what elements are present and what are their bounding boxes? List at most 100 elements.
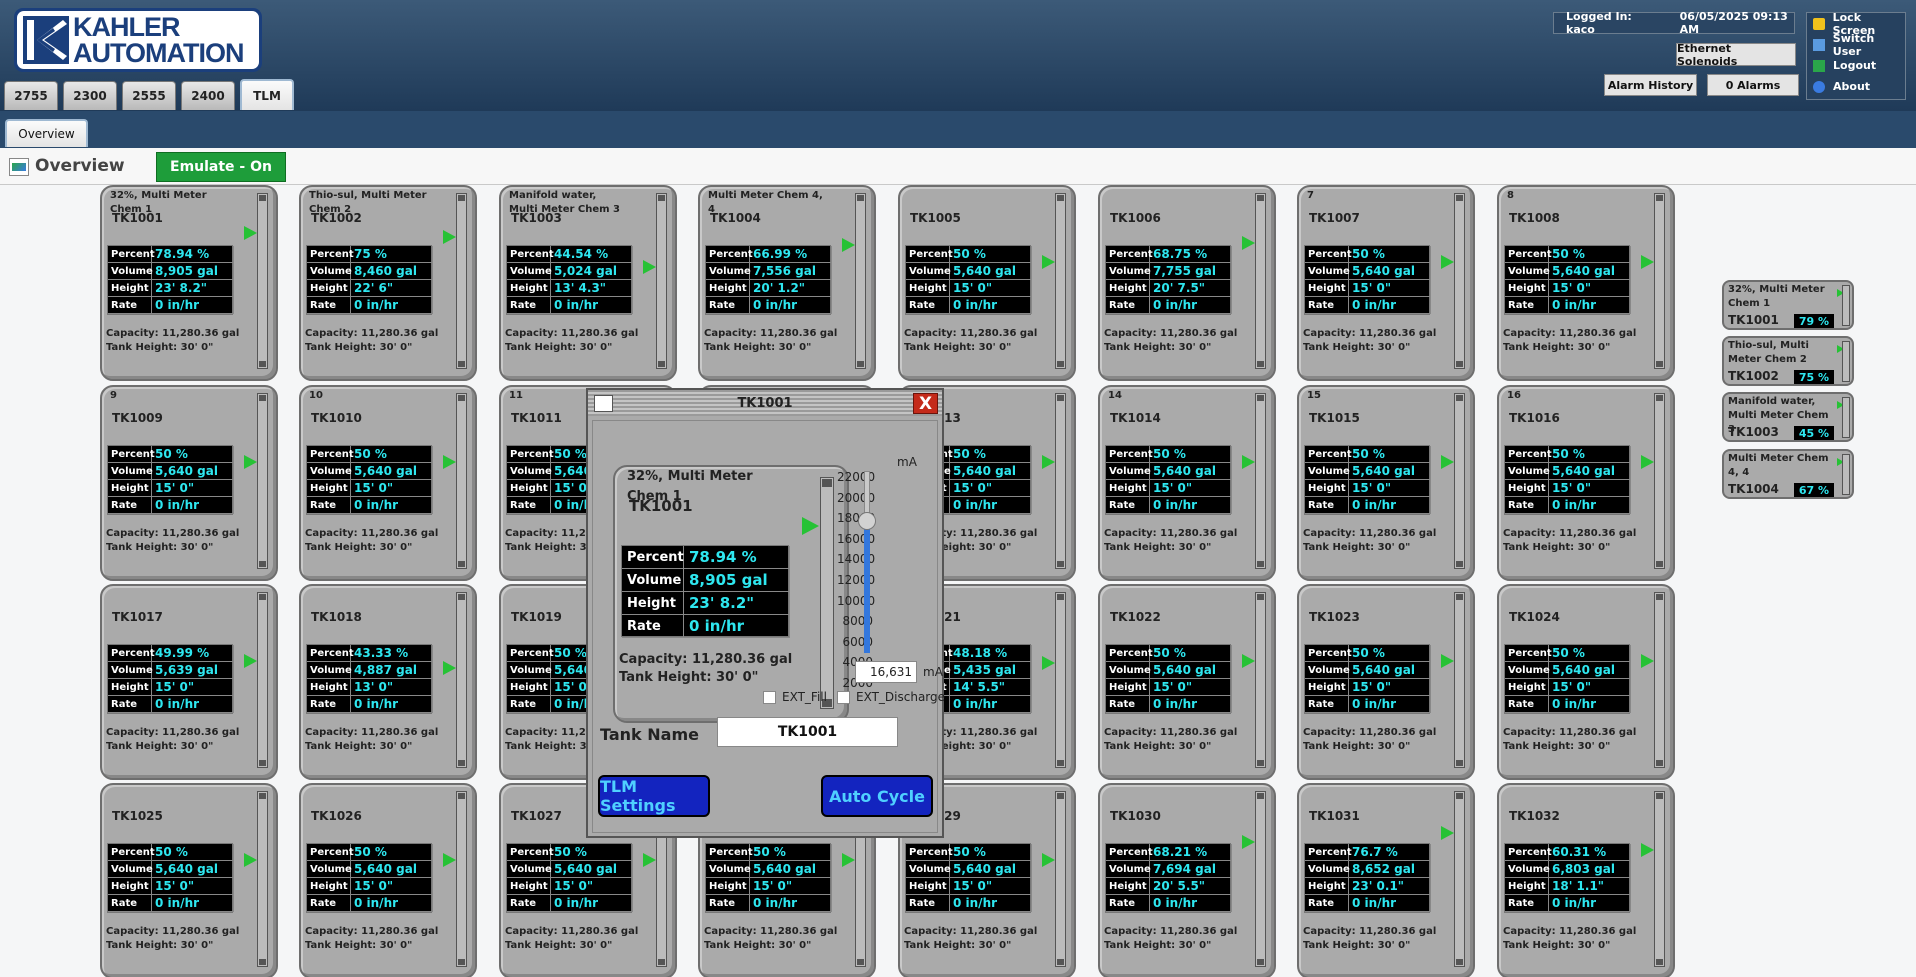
play-arrow-icon[interactable] xyxy=(244,226,257,240)
tank-panel-tk1025[interactable]: TK1025 Percent 50 % Volume 5,640 gal Height 15… xyxy=(100,783,278,977)
alarm-history-button[interactable]: Alarm History xyxy=(1604,74,1697,96)
tank-panel-tk1009[interactable]: 9 TK1009 Percent 50 % Volume 5,640 gal Height 1… xyxy=(100,385,278,581)
play-arrow-icon[interactable] xyxy=(1042,853,1055,867)
tank-panel-tk1002[interactable]: Thio-sul, Multi Meter Chem 2 TK1002 Percen… xyxy=(299,185,477,381)
play-arrow-icon[interactable] xyxy=(1441,826,1454,840)
tank-percent: 50 % xyxy=(351,446,433,463)
play-arrow-icon[interactable] xyxy=(1042,455,1055,469)
play-arrow-icon[interactable] xyxy=(1242,455,1255,469)
auto-cycle-button[interactable]: Auto Cycle xyxy=(821,775,933,817)
tank-desc: 7 xyxy=(1307,190,1314,201)
tab-2300[interactable]: 2300 xyxy=(63,81,117,110)
mini-tank-tk1004[interactable]: Multi Meter Chem 4, 4 TK1004 67 % xyxy=(1722,449,1854,499)
ma-value-input[interactable]: 16,631 xyxy=(855,661,917,683)
tank-name-input[interactable]: TK1001 xyxy=(717,717,898,747)
mini-tank-tk1003[interactable]: Manifold water, Multi Meter Chem 3 TK1003… xyxy=(1722,392,1854,442)
tank-height: 15' 0" xyxy=(152,480,234,497)
play-arrow-icon[interactable] xyxy=(1441,654,1454,668)
play-arrow-icon[interactable] xyxy=(244,455,257,469)
tank-panel-tk1007[interactable]: 7 TK1007 Percent 50 % Volume 5,640 gal Height 1… xyxy=(1297,185,1475,381)
tank-panel-tk1006[interactable]: TK1006 Percent 68.75 % Volume 7,755 gal Heigh… xyxy=(1098,185,1276,381)
tank-panel-tk1022[interactable]: TK1022 Percent 50 % Volume 5,640 gal Height 15… xyxy=(1098,584,1276,780)
tank-name: TK1002 xyxy=(311,211,362,225)
tank-height: 15' 0" xyxy=(1549,679,1631,696)
play-arrow-icon[interactable] xyxy=(842,238,855,252)
tab-tlm[interactable]: TLM xyxy=(240,79,294,110)
tank-panel-tk1001[interactable]: 32%, Multi Meter Chem 1 TK1001 Percent 78.9… xyxy=(100,185,278,381)
dialog-title-bar[interactable]: TK1001 xyxy=(588,390,942,416)
play-arrow-icon[interactable] xyxy=(1441,255,1454,269)
tank-height: 15' 0" xyxy=(950,480,1032,497)
tank-panel-tk1003[interactable]: Manifold water, Multi Meter Chem 3 TK1003… xyxy=(499,185,677,381)
play-arrow-icon[interactable] xyxy=(244,853,257,867)
play-arrow-icon[interactable] xyxy=(802,517,819,535)
tank-capacity: Capacity: 11,280.36 galTank Height: 30' … xyxy=(1303,528,1437,553)
ext-discharge-checkbox[interactable]: EXT_Discharge xyxy=(837,690,945,704)
sub-tab-bar xyxy=(0,111,1916,148)
tank-panel-tk1014[interactable]: 14 TK1014 Percent 50 % Volume 5,640 gal Height… xyxy=(1098,385,1276,581)
ethernet-solenoids-button[interactable]: Ethernet Solenoids xyxy=(1676,42,1796,68)
tank-panel-tk1031[interactable]: TK1031 Percent 76.7 % Volume 8,652 gal Height… xyxy=(1297,783,1475,977)
tab-2755[interactable]: 2755 xyxy=(4,81,58,110)
play-arrow-icon[interactable] xyxy=(1242,236,1255,250)
tab-2400[interactable]: 2400 xyxy=(181,81,235,110)
page-title-bar xyxy=(0,148,1916,185)
mini-tank-tk1001[interactable]: 32%, Multi Meter Chem 1 TK1001 79 % xyxy=(1722,280,1854,330)
tank-panel-tk1016[interactable]: 16 TK1016 Percent 50 % Volume 5,640 gal Height… xyxy=(1497,385,1675,581)
play-arrow-icon[interactable] xyxy=(1242,835,1255,849)
tab-overview[interactable]: Overview xyxy=(5,119,88,147)
tank-level-bar xyxy=(1454,592,1465,768)
alarms-count-button[interactable]: 0 Alarms xyxy=(1707,74,1799,96)
play-arrow-icon[interactable] xyxy=(443,853,456,867)
play-arrow-icon[interactable] xyxy=(244,654,257,668)
tank-panel-tk1015[interactable]: 15 TK1015 Percent 50 % Volume 5,640 gal Height… xyxy=(1297,385,1475,581)
play-arrow-icon[interactable] xyxy=(1641,455,1654,469)
tank-panel-tk1023[interactable]: TK1023 Percent 50 % Volume 5,640 gal Height 15… xyxy=(1297,584,1475,780)
play-arrow-icon[interactable] xyxy=(1641,255,1654,269)
tank-panel-tk1030[interactable]: TK1030 Percent 68.21 % Volume 7,694 gal Heigh… xyxy=(1098,783,1276,977)
ext-fill-checkbox[interactable]: EXT_Fill xyxy=(763,690,827,704)
tank-capacity: Capacity: 11,280.36 galTank Height: 30' … xyxy=(305,727,439,752)
tank-panel-tk1008[interactable]: 8 TK1008 Percent 50 % Volume 5,640 gal Height 1… xyxy=(1497,185,1675,381)
tank-panel-tk1017[interactable]: TK1017 Percent 49.99 % Volume 5,639 gal Heigh… xyxy=(100,584,278,780)
mini-tank-tk1002[interactable]: Thio-sul, Multi Meter Chem 2 TK1002 75 % xyxy=(1722,336,1854,386)
logged-in-user: Logged In: kaco xyxy=(1566,10,1632,36)
tank-level-bar xyxy=(1654,592,1665,768)
play-arrow-icon[interactable] xyxy=(1441,455,1454,469)
tab-2555[interactable]: 2555 xyxy=(122,81,176,110)
tank-panel-tk1024[interactable]: TK1024 Percent 50 % Volume 5,640 gal Height 15… xyxy=(1497,584,1675,780)
play-arrow-icon[interactable] xyxy=(1641,654,1654,668)
close-button[interactable]: X xyxy=(913,393,938,414)
play-arrow-icon[interactable] xyxy=(443,661,456,675)
play-arrow-icon[interactable] xyxy=(1242,654,1255,668)
play-arrow-icon[interactable] xyxy=(1641,843,1654,857)
logout-item[interactable]: Logout xyxy=(1807,55,1905,76)
tank-panel-tk1010[interactable]: 10 TK1010 Percent 50 % Volume 5,640 gal Height… xyxy=(299,385,477,581)
tank-percent: 50 % xyxy=(551,844,633,861)
logo-text: KAHLER AUTOMATION xyxy=(73,12,244,68)
tank-panel-tk1018[interactable]: TK1018 Percent 43.33 % Volume 4,887 gal Heigh… xyxy=(299,584,477,780)
play-arrow-icon[interactable] xyxy=(842,853,855,867)
tank-panel-tk1032[interactable]: TK1032 Percent 60.31 % Volume 6,803 gal Heigh… xyxy=(1497,783,1675,977)
tank-height: 20' 7.5" xyxy=(1150,280,1232,297)
tank-panel-tk1005[interactable]: TK1005 Percent 50 % Volume 5,640 gal Height 15… xyxy=(898,185,1076,381)
tank-percent: 50 % xyxy=(1549,246,1631,263)
play-arrow-icon[interactable] xyxy=(643,260,656,274)
ma-slider-knob[interactable] xyxy=(858,512,876,530)
play-arrow-icon[interactable] xyxy=(643,853,656,867)
mini-level-bar xyxy=(1842,341,1850,382)
tank-percent: 50 % xyxy=(750,844,832,861)
play-arrow-icon[interactable] xyxy=(443,230,456,244)
switch-user-item[interactable]: Switch User xyxy=(1807,32,1905,58)
tank-panel-tk1026[interactable]: TK1026 Percent 50 % Volume 5,640 gal Height 15… xyxy=(299,783,477,977)
play-arrow-icon[interactable] xyxy=(443,455,456,469)
emulate-toggle-button[interactable]: Emulate - On xyxy=(156,152,286,182)
play-arrow-icon[interactable] xyxy=(1042,255,1055,269)
tank-table: Percent 75 % Volume 8,460 gal Height 22' 6" Ra… xyxy=(306,245,433,315)
play-arrow-icon[interactable] xyxy=(1042,656,1055,670)
kahler-k-icon xyxy=(23,16,69,64)
tank-panel-tk1004[interactable]: Multi Meter Chem 4, 4 TK1004 Percent 66.99 … xyxy=(698,185,876,381)
tank-table: Percent50 %Volume5,640 galHeight15' 0"Ra… xyxy=(1105,644,1232,714)
about-item[interactable]: About xyxy=(1807,76,1905,97)
tlm-settings-button[interactable]: TLM Settings xyxy=(598,775,710,817)
